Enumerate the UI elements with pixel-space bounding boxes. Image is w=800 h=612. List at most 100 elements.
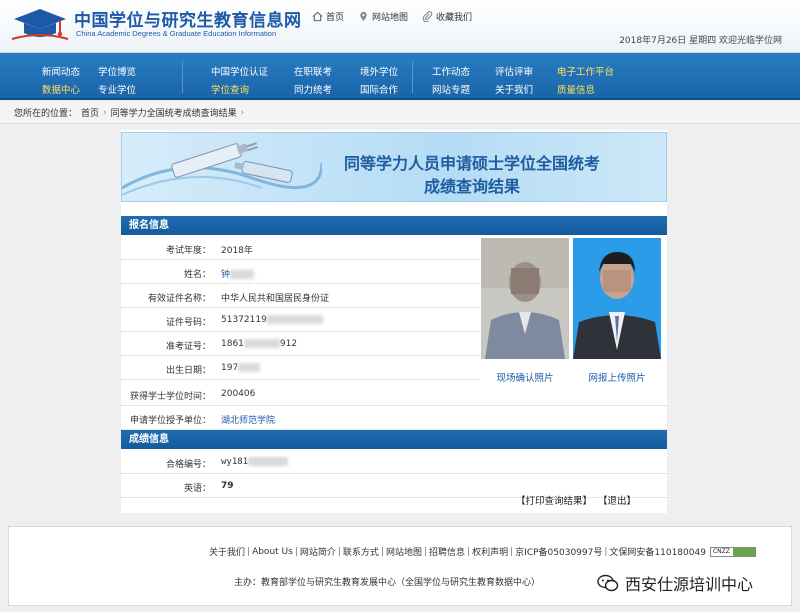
- nav-degree-expo[interactable]: 学位博览: [98, 64, 136, 78]
- nav-professional-degree[interactable]: 专业学位: [98, 82, 136, 96]
- footer-links: 关于我们 | About Us | 网站简介 | 联系方式 | 网站地图 | 招聘信息 | …: [209, 545, 756, 558]
- breadcrumb-chevron-icon: ›: [240, 107, 245, 118]
- field-label: 考试年度：: [165, 246, 211, 256]
- field-row-ticket-number: 准考证号： 1861 912: [121, 332, 479, 356]
- exit-button[interactable]: 【退出】: [598, 493, 636, 507]
- top-links: 首页 网站地图 收藏我们: [312, 10, 472, 23]
- result-actions: 【打印查询结果】 【退出】: [516, 493, 636, 507]
- field-label: 证件号码：: [165, 318, 211, 328]
- site-title[interactable]: 中国学位与研究生教育信息网: [74, 6, 302, 31]
- paperclip-icon: [422, 11, 433, 22]
- home-link-label: 首页: [326, 13, 345, 23]
- footer-sponsor: 主办：教育部学位与研究生教育发展中心（全国学位与研究生教育数据中心）: [234, 578, 541, 588]
- nav-equivalent-exam[interactable]: 同力统考: [294, 82, 332, 96]
- field-label: 准考证号：: [165, 342, 211, 352]
- footer-link-about-en[interactable]: About Us: [252, 547, 293, 557]
- field-value: 79: [221, 481, 234, 491]
- footer-separator: |: [424, 546, 428, 557]
- footer-link-jobs[interactable]: 招聘信息: [429, 545, 465, 558]
- field-value: 钟: [221, 267, 255, 280]
- redaction-blur: [248, 457, 289, 466]
- redaction-blur: [266, 315, 323, 324]
- field-value: 1861 912: [221, 339, 297, 349]
- sitemap-link[interactable]: 网站地图: [358, 10, 408, 23]
- location-pin-icon: [360, 11, 367, 22]
- ticket-visible-tail: 912: [279, 339, 298, 349]
- bookmark-link[interactable]: 收藏我们: [422, 10, 472, 23]
- field-row-id-type: 有效证件名称： 中华人民共和国居民身份证: [121, 284, 479, 308]
- site-header: 中国学位与研究生教育信息网 China Academic Degrees & G…: [0, 0, 800, 53]
- registration-section-heading: 报名信息: [121, 216, 667, 235]
- nav-work-news[interactable]: 工作动态: [432, 64, 470, 78]
- person-photo-icon: [573, 238, 661, 359]
- ticket-visible-head: 1861: [221, 339, 244, 349]
- id-visible-part: 51372119: [221, 315, 267, 325]
- footer-link-contact[interactable]: 联系方式: [343, 545, 379, 558]
- field-value: 51372119: [221, 315, 323, 325]
- nav-degree-query[interactable]: 学位查询: [211, 82, 249, 96]
- field-value: 2018年: [221, 246, 253, 256]
- footer-link-intro[interactable]: 网站简介: [300, 545, 336, 558]
- field-value: wy181: [221, 457, 289, 467]
- birth-visible-part: 197: [221, 363, 239, 373]
- result-banner: 同等学力人员申请硕士学位全国统考 成绩查询结果: [121, 132, 667, 202]
- footer-link-rights[interactable]: 权利声明: [472, 545, 508, 558]
- redaction-blur: [238, 363, 261, 372]
- result-panel: 同等学力人员申请硕士学位全国统考 成绩查询结果 报名信息 考试年度： 2018年…: [121, 130, 667, 513]
- footer-link-sitemap[interactable]: 网站地图: [386, 545, 422, 558]
- home-icon: [312, 11, 323, 22]
- nav-divider: [412, 61, 413, 93]
- print-result-button[interactable]: 【打印查询结果】: [516, 493, 592, 507]
- footer-link-about-cn[interactable]: 关于我们: [209, 545, 245, 558]
- field-label: 合格编号：: [165, 460, 211, 470]
- field-value: 中华人民共和国居民身份证: [221, 294, 330, 304]
- name-visible-part: 钟: [221, 270, 231, 280]
- footer-icp-number[interactable]: 京ICP备05030997号: [515, 545, 602, 558]
- date-welcome: 2018年7月26日 星期四 欢迎光临学位网: [619, 36, 782, 46]
- footer-separator: |: [247, 546, 251, 557]
- nav-international-cooperation[interactable]: 国际合作: [360, 82, 398, 96]
- cnzz-badge-icon[interactable]: CNZZ: [709, 546, 756, 557]
- breadcrumb: 您所在的位置： 首页 › 同等学力全国统考成绩查询结果 ›: [0, 102, 800, 124]
- onsite-photo-caption[interactable]: 现场确认照片: [481, 370, 569, 384]
- field-row-exam-year: 考试年度： 2018年: [121, 236, 479, 260]
- field-row-name: 姓名： 钟: [121, 260, 479, 284]
- nav-data-center[interactable]: 数据中心: [42, 82, 80, 96]
- home-link[interactable]: 首页: [312, 10, 344, 23]
- redaction-blur: [230, 270, 255, 279]
- footer-separator: |: [380, 546, 384, 557]
- nav-about-us[interactable]: 关于我们: [495, 82, 533, 96]
- nav-e-work-platform[interactable]: 电子工作平台: [557, 64, 614, 78]
- main-nav: 新闻动态 数据中心 学位博览 专业学位 中国学位认证 学位查询 在职联考 同力统…: [0, 53, 800, 100]
- field-row-bachelor-date: 获得学士学位时间： 200406: [121, 382, 667, 406]
- footer-separator: |: [467, 546, 471, 557]
- nav-degree-certification[interactable]: 中国学位认证: [211, 64, 268, 78]
- nav-overseas-degree[interactable]: 境外学位: [360, 64, 398, 78]
- onsite-photo: [481, 238, 569, 359]
- field-label: 英语：: [183, 484, 211, 494]
- nav-in-service-exam[interactable]: 在职联考: [294, 64, 332, 78]
- redaction-blur: [243, 339, 280, 348]
- mortarboard-logo-icon[interactable]: [8, 5, 72, 45]
- breadcrumb-prefix: 您所在的位置：: [14, 109, 78, 119]
- person-photo-icon: [481, 238, 569, 359]
- field-value[interactable]: 湖北师范学院: [221, 413, 275, 426]
- field-value: 197: [221, 363, 261, 373]
- watermark-text: 西安仕源培训中心: [625, 575, 754, 594]
- nav-special-topics[interactable]: 网站专题: [432, 82, 470, 96]
- site-subtitle: China Academic Degrees & Graduate Educat…: [76, 29, 277, 38]
- uploaded-photo-caption[interactable]: 网报上传照片: [573, 370, 661, 384]
- footer-separator: |: [604, 546, 608, 557]
- nav-evaluation[interactable]: 评估评审: [495, 64, 533, 78]
- watermark: 西安仕源培训中心: [597, 571, 753, 595]
- breadcrumb-chevron-icon: ›: [103, 107, 107, 118]
- uploaded-photo: [573, 238, 661, 359]
- footer-security-number[interactable]: 文保网安备110180049: [609, 545, 706, 558]
- field-label: 姓名：: [183, 270, 211, 280]
- nav-quality-info[interactable]: 质量信息: [557, 82, 595, 96]
- field-row-granting-unit: 申请学位授予单位： 湖北师范学院: [121, 406, 667, 430]
- breadcrumb-home[interactable]: 首页: [81, 106, 99, 119]
- field-label: 有效证件名称：: [147, 294, 211, 304]
- cert-visible-part: wy181: [221, 457, 249, 467]
- nav-news[interactable]: 新闻动态: [42, 64, 80, 78]
